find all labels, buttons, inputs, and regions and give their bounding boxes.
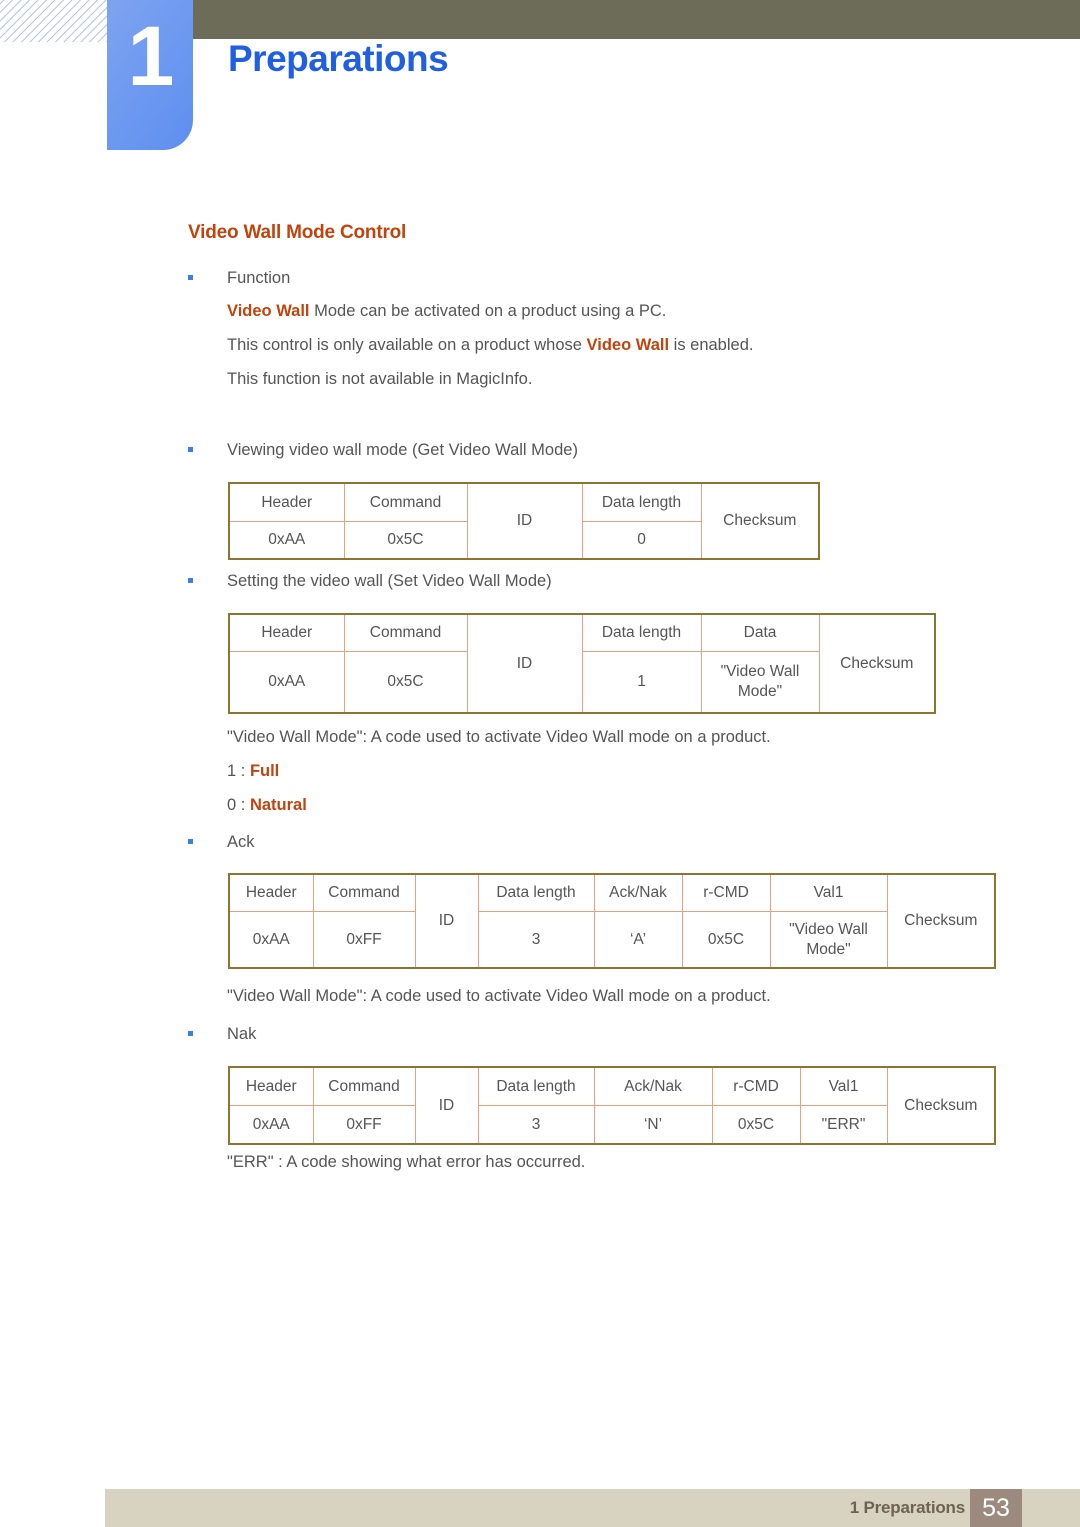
cell-value-data-length: 0 — [581, 521, 702, 560]
bullet-dot-icon — [188, 275, 193, 280]
cell-value-ack-nak: ‘N’ — [593, 1105, 713, 1145]
table-nak: Header Command ID Data length Ack/Nak r-… — [228, 1066, 996, 1145]
function-line-2: This control is only available on a prod… — [227, 334, 753, 356]
cell-header-ack-nak: Ack/Nak — [593, 873, 683, 912]
table-row: Header Command ID Data length Checksum — [228, 482, 820, 560]
bullet-dot-icon — [188, 447, 193, 452]
cell-header-header: Header — [228, 873, 314, 912]
cell-value-data: "Video Wall Mode" — [700, 651, 820, 714]
cell-value-r-cmd: 0x5C — [711, 1105, 801, 1145]
section-heading: Video Wall Mode Control — [188, 222, 407, 243]
cell-id: ID — [414, 1066, 479, 1145]
cell-value-header: 0xAA — [228, 651, 345, 714]
cell-header-data-length: Data length — [581, 613, 702, 652]
cell-value-command: 0xFF — [312, 1105, 416, 1145]
cell-header-data: Data — [700, 613, 820, 652]
function-line-1-highlight: Video Wall — [227, 302, 310, 320]
function-line-1: Video Wall Mode can be activated on a pr… — [227, 300, 666, 322]
code-value-natural-key: 0 : — [227, 796, 250, 814]
table-row: 0xAA 0xFF 3 ‘A’ 0x5C "Video Wall Mode" — [228, 911, 995, 969]
cell-header-val1: Val1 — [769, 873, 888, 912]
cell-header-command: Command — [343, 613, 468, 652]
err-note: "ERR" : A code showing what error has oc… — [227, 1153, 586, 1171]
cell-value-command: 0xFF — [312, 911, 416, 969]
bullet-label-nak: Nak — [227, 1025, 257, 1043]
cell-id: ID — [466, 482, 583, 560]
cell-header-command: Command — [312, 873, 416, 912]
bullet-label-ack: Ack — [227, 833, 255, 851]
bullet-dot-icon — [188, 1031, 193, 1036]
cell-checksum: Checksum — [700, 482, 820, 560]
function-line-2-highlight: Video Wall — [586, 336, 670, 354]
chapter-number: 1 — [127, 9, 175, 103]
code-note-2: "Video Wall Mode": A code used to activa… — [227, 987, 771, 1005]
code-note-1: "Video Wall Mode": A code used to activa… — [227, 728, 771, 746]
table-ack: Header Command ID Data length Ack/Nak r-… — [228, 873, 996, 969]
cell-header-r-cmd: r-CMD — [681, 873, 771, 912]
table-row: Header Command ID Data length Ack/Nak r-… — [228, 1066, 996, 1145]
cell-value-header: 0xAA — [228, 1105, 314, 1145]
bullet-dot-icon — [188, 578, 193, 583]
table-row: Header Command ID Data length Data Check… — [228, 613, 936, 714]
table-row: Header Command ID Data length Ack/Nak r-… — [228, 873, 996, 969]
bullet-label-function: Function — [227, 269, 291, 287]
cell-value-header: 0xAA — [228, 911, 314, 969]
cell-header-command: Command — [312, 1066, 416, 1106]
cell-id: ID — [414, 873, 479, 969]
function-line-3: This function is not available in MagicI… — [227, 370, 533, 388]
cell-header-ack-nak: Ack/Nak — [593, 1066, 713, 1106]
table-get-video-wall-mode: Header Command ID Data length Checksum 0… — [228, 482, 820, 560]
bullet-label-get: Viewing video wall mode (Get Video Wall … — [227, 441, 578, 459]
chapter-badge: 1 — [107, 0, 193, 150]
cell-checksum: Checksum — [886, 873, 996, 969]
code-value-full-key: 1 : — [227, 762, 250, 780]
cell-id: ID — [466, 613, 583, 714]
table-row: 0xAA 0xFF 3 ‘N’ 0x5C "ERR" — [228, 1105, 995, 1145]
cell-value-data-length: 3 — [477, 911, 595, 969]
function-line-2-pre: This control is only available on a prod… — [227, 336, 587, 354]
cell-header-data-length: Data length — [477, 1066, 595, 1106]
cell-value-data-length: 3 — [477, 1105, 595, 1145]
cell-header-command: Command — [343, 482, 468, 522]
function-line-2-post: is enabled. — [669, 336, 754, 354]
cell-header-val1: Val1 — [799, 1066, 888, 1106]
hatch-decoration-icon — [0, 0, 107, 42]
cell-header-data-length: Data length — [581, 482, 702, 522]
table-set-video-wall-mode: Header Command ID Data length Data Check… — [228, 613, 936, 714]
bullet-dot-icon — [188, 839, 193, 844]
footer-page-number: 53 — [982, 1494, 1010, 1522]
code-value-natural-val: Natural — [249, 796, 307, 814]
bullet-label-set: Setting the video wall (Set Video Wall M… — [227, 572, 552, 590]
cell-header-r-cmd: r-CMD — [711, 1066, 801, 1106]
cell-checksum: Checksum — [886, 1066, 996, 1145]
code-value-full: 1 : Full — [227, 760, 279, 782]
footer-chapter-label: 1 Preparations — [849, 1498, 966, 1517]
code-value-full-val: Full — [249, 762, 280, 780]
cell-value-header: 0xAA — [228, 521, 345, 560]
function-line-1-rest: Mode can be activated on a product using… — [309, 302, 667, 320]
code-value-natural: 0 : Natural — [227, 794, 307, 816]
cell-checksum: Checksum — [818, 613, 936, 714]
cell-header-header: Header — [228, 1066, 314, 1106]
cell-value-command: 0x5C — [343, 521, 468, 560]
cell-header-header: Header — [228, 482, 345, 522]
cell-value-val1: "Video Wall Mode" — [769, 911, 888, 969]
cell-value-val1: "ERR" — [799, 1105, 888, 1145]
cell-header-data-length: Data length — [477, 873, 595, 912]
cell-value-ack-nak: ‘A’ — [593, 911, 683, 969]
cell-value-command: 0x5C — [343, 651, 468, 714]
chapter-title: Preparations — [228, 38, 449, 79]
cell-value-r-cmd: 0x5C — [681, 911, 771, 969]
cell-value-data-length: 1 — [581, 651, 702, 714]
page-banner: 1 Preparations — [0, 0, 1080, 152]
cell-header-header: Header — [228, 613, 345, 652]
banner-olive-bar — [193, 0, 1080, 39]
